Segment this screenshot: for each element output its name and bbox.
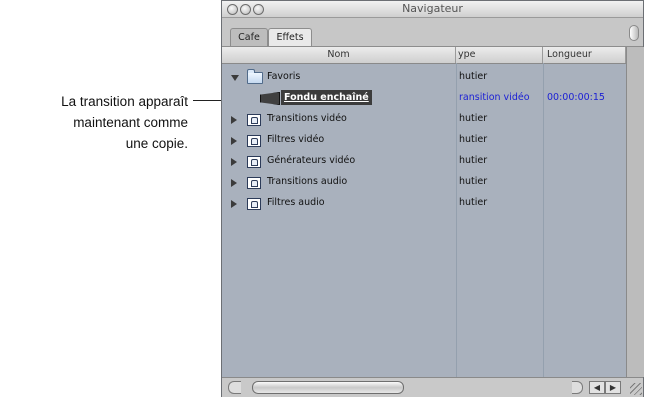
item-type: hutier [459,134,488,145]
locked-bin-icon [247,135,261,147]
callout-text: La transition apparaît maintenant comme … [0,91,188,154]
disclosure-triangle-icon[interactable] [231,179,237,187]
item-type: hutier [459,197,488,208]
navigator-window: Navigateur Cafe Effets Nom ype Longueur … [221,0,644,397]
item-type: ransition vidéo [459,92,530,103]
window-title: Navigateur [402,2,463,15]
column-header-length[interactable]: Longueur [543,47,626,63]
vertical-scrollbar[interactable] [626,47,644,377]
list-item-filtres-audio[interactable]: Filtres audio hutier [222,193,626,214]
folder-icon [247,69,263,84]
item-type: hutier [459,113,488,124]
scroll-thumb[interactable] [252,381,404,394]
item-name: Filtres vidéo [267,134,325,145]
item-length: 00:00:00:15 [547,92,605,103]
item-type: hutier [459,71,488,82]
disclosure-triangle-icon[interactable] [231,158,237,166]
item-name: Transitions vidéo [267,113,347,124]
tab-cafe[interactable]: Cafe [230,28,268,46]
locked-bin-icon [247,198,261,210]
disclosure-triangle-icon[interactable] [231,200,237,208]
disclosure-triangle-icon[interactable] [231,137,237,145]
list-item-fondu-enchaine[interactable]: Fondu enchaîné ransition vidéo 00:00:00:… [222,88,626,109]
transition-clip-icon [260,92,280,105]
callout-line-2: maintenant comme [73,115,188,130]
item-name: Favoris [267,71,301,82]
locked-bin-icon [247,114,261,126]
list-item-favoris[interactable]: Favoris hutier [222,67,626,88]
item-type: hutier [459,176,488,187]
title-bar[interactable]: Navigateur [222,1,643,18]
toolbar-toggle-button[interactable] [629,25,639,41]
callout-line-1: La transition apparaît [61,94,188,109]
item-name: Transitions audio [267,176,348,187]
locked-bin-icon [247,177,261,189]
item-name: Filtres audio [267,197,325,208]
list-item-transitions-video[interactable]: Transitions vidéo hutier [222,109,626,130]
column-header-type[interactable]: ype [456,47,543,63]
disclosure-triangle-icon[interactable] [231,116,237,124]
item-name-selected[interactable]: Fondu enchaîné [281,90,372,105]
scroll-track-start [228,381,241,394]
scroll-right-arrow-icon[interactable]: ▶ [605,381,621,394]
column-header: Nom ype Longueur [222,47,626,64]
list-item-generateurs-video[interactable]: Générateurs vidéo hutier [222,151,626,172]
horizontal-scrollbar[interactable]: ◀ ▶ [222,377,643,397]
item-type: hutier [459,155,488,166]
list-item-filtres-video[interactable]: Filtres vidéo hutier [222,130,626,151]
resize-grip-icon[interactable] [630,383,642,395]
list-item-transitions-audio[interactable]: Transitions audio hutier [222,172,626,193]
tab-strip: Cafe Effets [222,18,643,47]
disclosure-triangle-expanded-icon[interactable] [231,75,239,81]
column-header-name[interactable]: Nom [222,47,456,63]
tab-effets[interactable]: Effets [268,28,312,46]
locked-bin-icon [247,156,261,168]
scroll-track-end [572,381,583,394]
item-name: Générateurs vidéo [267,155,356,166]
callout-line-3: une copie. [125,136,188,151]
scroll-left-arrow-icon[interactable]: ◀ [589,381,605,394]
